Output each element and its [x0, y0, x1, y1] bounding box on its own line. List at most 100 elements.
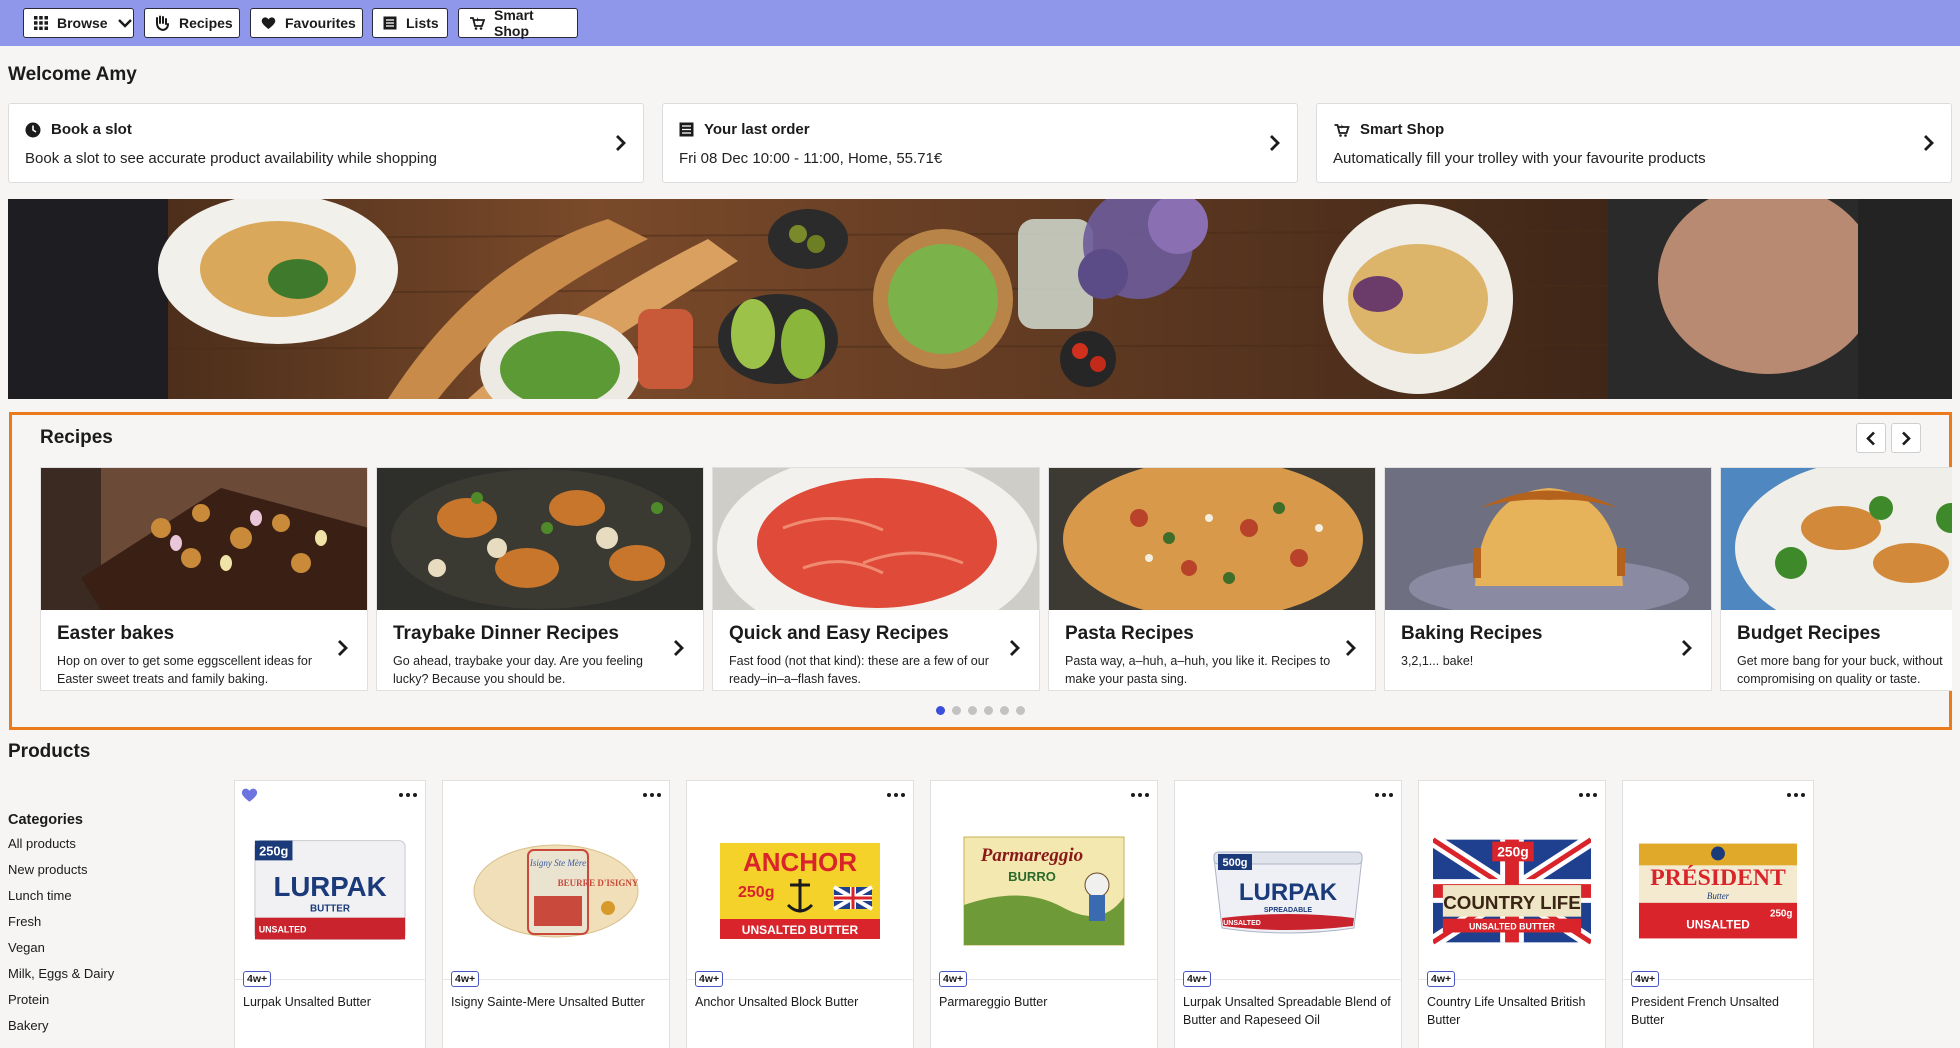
pack-line3: UNSALTED BUTTER: [742, 923, 859, 937]
carousel-pagination: [936, 706, 1025, 715]
category-lunch-time[interactable]: Lunch time: [8, 886, 114, 912]
pack-size: 250g: [1497, 843, 1528, 859]
more-options-icon[interactable]: [399, 793, 417, 797]
recipe-description: Hop on over to get some eggscellent idea…: [57, 654, 313, 686]
browse-button[interactable]: Browse: [23, 8, 134, 38]
pagination-dot[interactable]: [968, 706, 977, 715]
category-protein[interactable]: Protein: [8, 990, 114, 1016]
more-options-icon[interactable]: [1579, 793, 1597, 797]
carousel-prev-button[interactable]: [1856, 423, 1886, 453]
products-heading: Products: [8, 741, 91, 762]
chevron-right-icon: [1270, 135, 1280, 151]
product-name: Anchor Unsalted Block Butter: [695, 995, 859, 1009]
pack-brand: COUNTRY LIFE: [1443, 891, 1581, 912]
more-options-icon[interactable]: [1375, 793, 1393, 797]
pack-size: 250g: [259, 843, 288, 858]
pack-line2: BUTTER: [310, 903, 350, 914]
recipe-description: Fast food (not that kind): these are a f…: [729, 654, 989, 686]
category-new-products[interactable]: New products: [8, 860, 114, 886]
pack-line3: UNSALTED: [259, 924, 307, 934]
pagination-dot[interactable]: [1016, 706, 1025, 715]
freshness-badge: 4w+: [939, 971, 968, 987]
product-name: Lurpak Unsalted Butter: [243, 995, 371, 1009]
recipe-description: Pasta way, a–huh, a–huh, you like it. Re…: [1065, 654, 1331, 686]
smart-shop-nav-button[interactable]: Smart Shop: [458, 7, 578, 39]
recipe-image: [377, 468, 703, 610]
last-order-title: Your last order: [704, 121, 810, 138]
pagination-dot[interactable]: [984, 706, 993, 715]
smart-shop-icon: [1334, 123, 1350, 137]
product-image: 250g LURPAK BUTTER UNSALTED: [249, 833, 411, 948]
smart-trolley-icon: [470, 17, 485, 30]
category-milk-eggs-dairy[interactable]: Milk, Eggs & Dairy: [8, 964, 114, 990]
book-slot-title: Book a slot: [51, 121, 132, 138]
last-order-card[interactable]: Your last order Fri 08 Dec 10:00 - 11:00…: [662, 103, 1298, 183]
product-card[interactable]: PRÉSIDENT Butter UNSALTED 250g 4w+ Presi…: [1622, 780, 1814, 1048]
lists-nav-button[interactable]: Lists: [372, 8, 448, 38]
product-image: Isigny Ste Mère BEURRE D'ISIGNY: [457, 833, 655, 948]
recipe-card-traybake[interactable]: Traybake Dinner Recipes Go ahead, trayba…: [376, 467, 704, 691]
recipe-image: [713, 468, 1039, 610]
pagination-dot[interactable]: [952, 706, 961, 715]
recipe-card-easter-bakes[interactable]: Easter bakes Hop on over to get some egg…: [40, 467, 368, 691]
favourites-nav-button[interactable]: Favourites: [250, 8, 363, 38]
recipes-carousel-track: Easter bakes Hop on over to get some egg…: [40, 467, 1952, 699]
recipe-image: [1721, 468, 1952, 610]
pagination-dot[interactable]: [936, 706, 945, 715]
categories-heading: Categories: [8, 812, 83, 828]
more-options-icon[interactable]: [887, 793, 905, 797]
pack-size: 250g: [1770, 908, 1792, 919]
smart-shop-card[interactable]: Smart Shop Automatically fill your troll…: [1316, 103, 1952, 183]
recipes-nav-button[interactable]: Recipes: [144, 8, 240, 38]
favourites-nav-label: Favourites: [285, 15, 356, 31]
chevron-right-icon: [1924, 135, 1934, 151]
category-bakery[interactable]: Bakery: [8, 1016, 114, 1042]
smart-shop-title: Smart Shop: [1360, 121, 1445, 138]
pack-line2: BURRO: [1008, 869, 1056, 884]
clock-icon: [25, 122, 41, 137]
product-image: 250g COUNTRY LIFE UNSALTED BUTTER: [1433, 833, 1591, 948]
product-card[interactable]: 250g LURPAK BUTTER UNSALTED 4w+ Lurpak U…: [234, 780, 426, 1048]
product-card[interactable]: ANCHOR 250g UNSALTED BUTTER 4w+ Anchor U…: [686, 780, 914, 1048]
carousel-next-button[interactable]: [1891, 423, 1921, 453]
recipe-card-baking[interactable]: Baking Recipes 3,2,1... bake!: [1384, 467, 1712, 691]
product-card[interactable]: 250g COUNTRY LIFE UNSALTED BUTTER 4w+ Co…: [1418, 780, 1606, 1048]
pagination-dot[interactable]: [1000, 706, 1009, 715]
category-fresh[interactable]: Fresh: [8, 912, 114, 938]
favourite-heart-icon[interactable]: [241, 787, 258, 803]
product-name: Country Life Unsalted British Butter: [1427, 995, 1586, 1027]
smart-shop-nav-label: Smart Shop: [494, 7, 534, 39]
recipe-image: [1049, 468, 1375, 610]
pack-brand: BEURRE D'ISIGNY: [558, 878, 639, 888]
pack-brand: Parmareggio: [980, 845, 1083, 866]
more-options-icon[interactable]: [1131, 793, 1149, 797]
pack-line3: UNSALTED: [1223, 920, 1261, 927]
product-card[interactable]: 500g LURPAK SPREADABLE UNSALTED 4w+ Lurp…: [1174, 780, 1402, 1048]
recipe-card-budget[interactable]: Budget Recipes Get more bang for your bu…: [1720, 467, 1952, 691]
book-slot-card[interactable]: Book a slot Book a slot to see accurate …: [8, 103, 644, 183]
recipe-title: Easter bakes: [57, 623, 175, 644]
chevron-right-icon: [616, 135, 626, 151]
more-options-icon[interactable]: [1787, 793, 1805, 797]
grid-icon: [34, 16, 48, 30]
book-slot-subtitle: Book a slot to see accurate product avai…: [25, 150, 437, 167]
category-vegan[interactable]: Vegan: [8, 938, 114, 964]
chevron-right-icon: [338, 640, 348, 656]
freshness-badge: 4w+: [451, 971, 480, 987]
category-all-products[interactable]: All products: [8, 834, 114, 860]
product-card[interactable]: Parmareggio BURRO 4w+ Parmareggio Butter: [930, 780, 1158, 1048]
freshness-badge: 4w+: [695, 971, 724, 987]
recipe-title: Traybake Dinner Recipes: [393, 623, 619, 644]
recipe-card-pasta[interactable]: Pasta Recipes Pasta way, a–huh, a–huh, y…: [1048, 467, 1376, 691]
more-options-icon[interactable]: [643, 793, 661, 797]
pack-brand: LURPAK: [1239, 879, 1338, 906]
pack-line2: Isigny Ste Mère: [529, 858, 586, 868]
recipe-image: [41, 468, 367, 610]
heart-icon: [261, 17, 276, 29]
product-card[interactable]: Isigny Ste Mère BEURRE D'ISIGNY 4w+ Isig…: [442, 780, 670, 1048]
product-image: ANCHOR 250g UNSALTED BUTTER: [701, 833, 899, 948]
recipe-card-quick-easy[interactable]: Quick and Easy Recipes Fast food (not th…: [712, 467, 1040, 691]
recipes-nav-label: Recipes: [179, 15, 233, 31]
recipe-title: Budget Recipes: [1737, 623, 1881, 644]
chevron-down-icon: [117, 19, 132, 28]
